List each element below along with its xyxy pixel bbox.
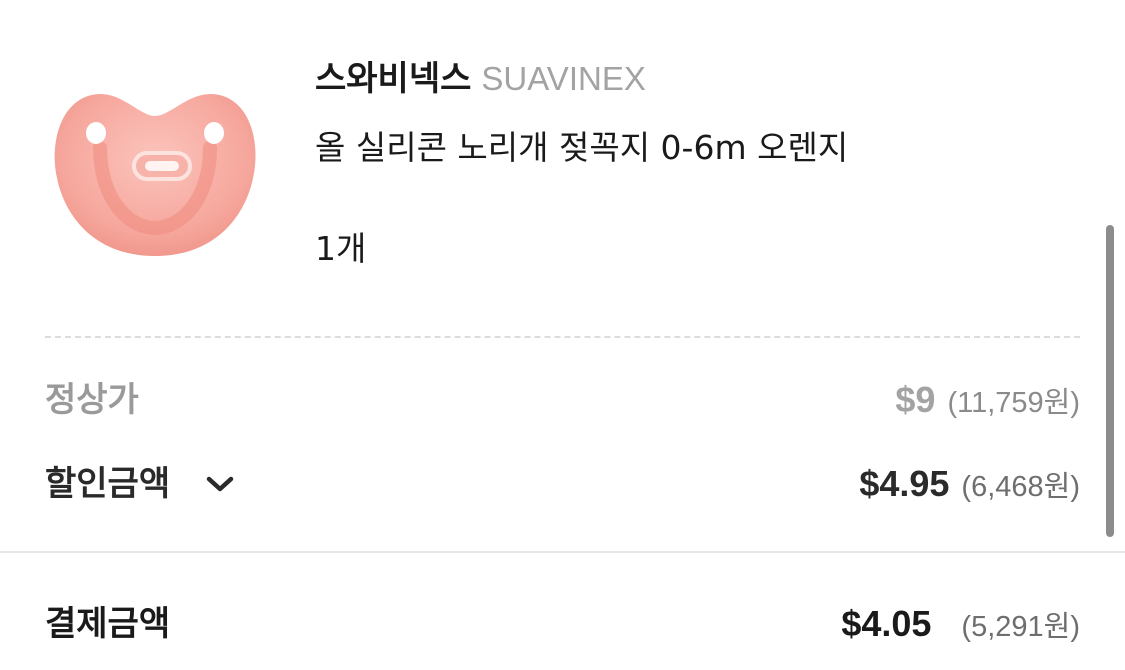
regular-price-row: 정상가 $9 (11,759원)	[45, 375, 1080, 425]
scrollbar[interactable]	[1106, 225, 1114, 537]
regular-price-amount: $9 (11,759원)	[895, 375, 1080, 432]
brand-line: 스와비넥스 SUAVINEX	[315, 55, 646, 103]
regular-price-usd: $9	[895, 379, 936, 420]
order-summary: 스와비넥스 SUAVINEX 올 실리콘 노리개 젖꼭지 0-6m 오렌지 1개 …	[0, 0, 1125, 670]
payment-total-krw: (5,291원)	[961, 611, 1080, 643]
payment-total-row: 결제금액 $4.05 (5,291원)	[45, 599, 1080, 649]
section-divider	[0, 551, 1125, 553]
discount-toggle[interactable]: 할인금액	[45, 459, 236, 509]
discount-amount: $4.95 (6,468원)	[859, 459, 1080, 516]
brand-name-korean: 스와비넥스	[315, 59, 472, 99]
chevron-down-icon[interactable]	[204, 473, 236, 495]
dashed-divider	[45, 336, 1080, 338]
payment-total-usd: $4.05	[841, 603, 932, 644]
product-quantity: 1개	[315, 229, 367, 268]
discount-usd: $4.95	[859, 463, 950, 504]
product-name: 올 실리콘 노리개 젖꼭지 0-6m 오렌지	[315, 128, 849, 167]
payment-total-amount: $4.05 (5,291원)	[841, 599, 1080, 656]
discount-row[interactable]: 할인금액 $4.95 (6,468원)	[45, 459, 1080, 509]
regular-price-krw: (11,759원)	[947, 387, 1080, 419]
brand-name-english: SUAVINEX	[481, 60, 646, 97]
regular-price-label: 정상가	[45, 380, 139, 420]
discount-label: 할인금액	[45, 464, 171, 504]
discount-krw: (6,468원)	[961, 471, 1080, 503]
pacifier-icon	[54, 93, 256, 256]
payment-total-label: 결제금액	[45, 604, 171, 644]
